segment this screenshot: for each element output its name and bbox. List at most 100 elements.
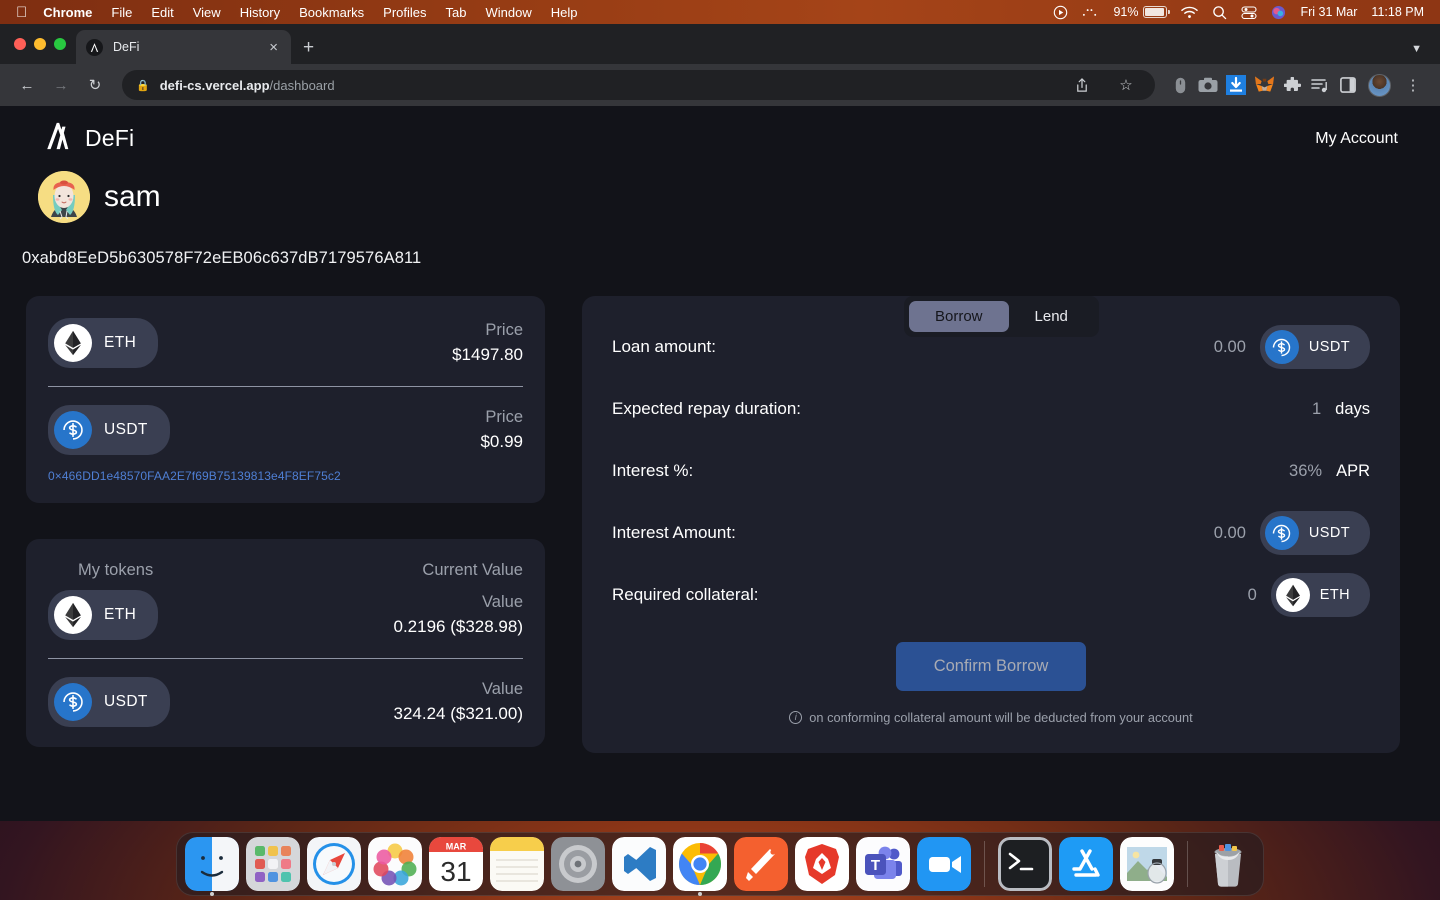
- dock-item-sublime-text[interactable]: [734, 837, 788, 891]
- dock-item-zoom[interactable]: [917, 837, 971, 891]
- siri-icon[interactable]: [1271, 5, 1286, 20]
- my-token-label-usdt: USDT: [104, 693, 148, 710]
- extensions-puzzle-icon[interactable]: [1279, 72, 1305, 98]
- apple-logo-icon[interactable]: : [16, 5, 27, 20]
- menu-item-file[interactable]: File: [111, 5, 132, 20]
- dock-item-photos[interactable]: [368, 837, 422, 891]
- minimize-window-button[interactable]: [34, 38, 46, 50]
- chrome-toolbar: ← → ↻ 🔒 defi-cs.vercel.app/dashboard ☆ ⋮: [0, 64, 1440, 106]
- preview-icon: [1120, 837, 1174, 891]
- dock-item-system-preferences[interactable]: [551, 837, 605, 891]
- close-window-button[interactable]: [14, 38, 26, 50]
- menu-item-help[interactable]: Help: [551, 5, 578, 20]
- back-button[interactable]: ←: [12, 70, 42, 100]
- dock-item-google-chrome[interactable]: [673, 837, 727, 896]
- repay-duration-input[interactable]: 1: [1312, 400, 1321, 419]
- idm-download-extension-icon[interactable]: [1223, 72, 1249, 98]
- dock-item-terminal[interactable]: [998, 837, 1052, 891]
- menu-item-edit[interactable]: Edit: [151, 5, 173, 20]
- reload-button[interactable]: ↻: [80, 70, 110, 100]
- dock-item-finder[interactable]: [185, 837, 239, 896]
- dock-item-safari[interactable]: [307, 837, 361, 891]
- user-name: sam: [104, 180, 161, 213]
- mouse-extension-icon[interactable]: [1167, 72, 1193, 98]
- tab-lend[interactable]: Lend: [1009, 301, 1094, 332]
- collateral-note: i on conforming collateral amount will b…: [612, 710, 1370, 725]
- dock-item-visual-studio-code[interactable]: [612, 837, 666, 891]
- price-row-usdt: USDT Price $0.99: [48, 405, 523, 455]
- system-preferences-icon: [551, 837, 605, 891]
- safari-icon: [307, 837, 361, 891]
- dock-item-app-store[interactable]: [1059, 837, 1113, 891]
- new-tab-button[interactable]: +: [291, 38, 324, 64]
- chrome-menu-icon[interactable]: ⋮: [1398, 70, 1428, 100]
- loan-amount-token-pill[interactable]: USDT: [1259, 325, 1370, 369]
- browser-tab-defi[interactable]: DeFi ×: [76, 30, 291, 64]
- dock-item-trash[interactable]: [1201, 837, 1255, 891]
- my-token-row-usdt: USDT Value 324.24 ($321.00): [48, 677, 523, 727]
- battery-status[interactable]: 91%: [1113, 5, 1170, 19]
- menu-date[interactable]: Fri 31 Mar: [1300, 5, 1357, 19]
- my-account-link[interactable]: My Account: [1315, 130, 1398, 148]
- confirm-borrow-button[interactable]: Confirm Borrow: [895, 642, 1087, 691]
- my-token-value-label-eth: Value: [482, 592, 523, 611]
- maximize-window-button[interactable]: [54, 38, 66, 50]
- price-label-eth: Price: [485, 320, 523, 339]
- tab-borrow[interactable]: Borrow: [909, 301, 1009, 332]
- usdt-coin-icon: [54, 411, 92, 449]
- chrome-profile-avatar[interactable]: [1368, 73, 1391, 97]
- user-avatar[interactable]: [38, 171, 90, 223]
- menu-item-chrome[interactable]: Chrome: [43, 5, 92, 20]
- share-icon[interactable]: [1067, 70, 1097, 100]
- dock-item-calendar[interactable]: MAR 31: [429, 837, 483, 891]
- menu-time[interactable]: 11:18 PM: [1371, 5, 1424, 19]
- screen-record-icon[interactable]: [1053, 5, 1068, 20]
- token-pill-usdt[interactable]: USDT: [48, 405, 170, 455]
- menu-item-bookmarks[interactable]: Bookmarks: [299, 5, 364, 20]
- menu-item-view[interactable]: View: [193, 5, 221, 20]
- dock-item-microsoft-teams[interactable]: T: [856, 837, 910, 891]
- menu-item-history[interactable]: History: [240, 5, 280, 20]
- dots-status-icon[interactable]: [1082, 6, 1099, 18]
- algorand-logo-icon: [44, 122, 71, 155]
- calendar-icon: MAR 31: [429, 837, 483, 891]
- required-collateral-token-label: ETH: [1319, 587, 1350, 603]
- address-bar[interactable]: 🔒 defi-cs.vercel.app/dashboard ☆: [122, 70, 1155, 100]
- spotlight-search-icon[interactable]: [1212, 5, 1227, 20]
- url-path: /dashboard: [269, 77, 335, 93]
- usdt-contract-address[interactable]: 0×466DD1e48570FAA2E7f69B75139813e4F8EF75…: [48, 469, 523, 483]
- my-token-pill-eth[interactable]: ETH: [48, 590, 159, 640]
- forward-button[interactable]: →: [46, 70, 76, 100]
- my-token-amount-eth: 0.2196 ($328.98): [393, 616, 524, 636]
- loan-amount-input[interactable]: 0.00: [1214, 338, 1246, 357]
- row-required-collateral: Required collateral: 0 ETH: [612, 570, 1370, 620]
- my-token-pill-usdt[interactable]: USDT: [48, 677, 170, 727]
- screenshot-camera-icon[interactable]: [1195, 72, 1221, 98]
- token-pill-eth[interactable]: ETH: [48, 318, 159, 368]
- dock-item-preview[interactable]: [1120, 837, 1174, 891]
- metamask-extension-icon[interactable]: [1251, 72, 1277, 98]
- chevron-down-icon[interactable]: ▼: [1411, 43, 1422, 55]
- menu-item-window[interactable]: Window: [486, 5, 532, 20]
- dock-item-notes[interactable]: [490, 837, 544, 891]
- reading-list-icon[interactable]: [1307, 72, 1333, 98]
- menu-item-tab[interactable]: Tab: [446, 5, 467, 20]
- dock-item-launchpad[interactable]: [246, 837, 300, 891]
- required-collateral-label: Required collateral:: [612, 585, 759, 604]
- running-indicator: [210, 892, 214, 896]
- interest-percent-unit: APR: [1336, 461, 1370, 480]
- control-center-icon[interactable]: [1241, 5, 1258, 19]
- bookmark-star-icon[interactable]: ☆: [1111, 70, 1141, 100]
- close-tab-icon[interactable]: ×: [266, 38, 281, 57]
- required-collateral-token-pill[interactable]: ETH: [1270, 573, 1370, 617]
- interest-amount-token-pill[interactable]: USDT: [1259, 511, 1370, 555]
- menu-item-profiles[interactable]: Profiles: [383, 5, 426, 20]
- side-panel-icon[interactable]: [1335, 72, 1361, 98]
- app-brand[interactable]: DeFi: [44, 122, 134, 155]
- row-interest-percent: Interest %: 36% APR: [612, 446, 1370, 496]
- wallet-address[interactable]: 0xabd8EeD5b630578F72eEB06c637dB7179576A8…: [0, 223, 1440, 268]
- wifi-icon[interactable]: [1181, 6, 1199, 19]
- dock-item-brave-browser[interactable]: [795, 837, 849, 891]
- price-label-usdt: Price: [485, 407, 523, 426]
- row-interest-amount: Interest Amount: 0.00 USDT: [612, 508, 1370, 558]
